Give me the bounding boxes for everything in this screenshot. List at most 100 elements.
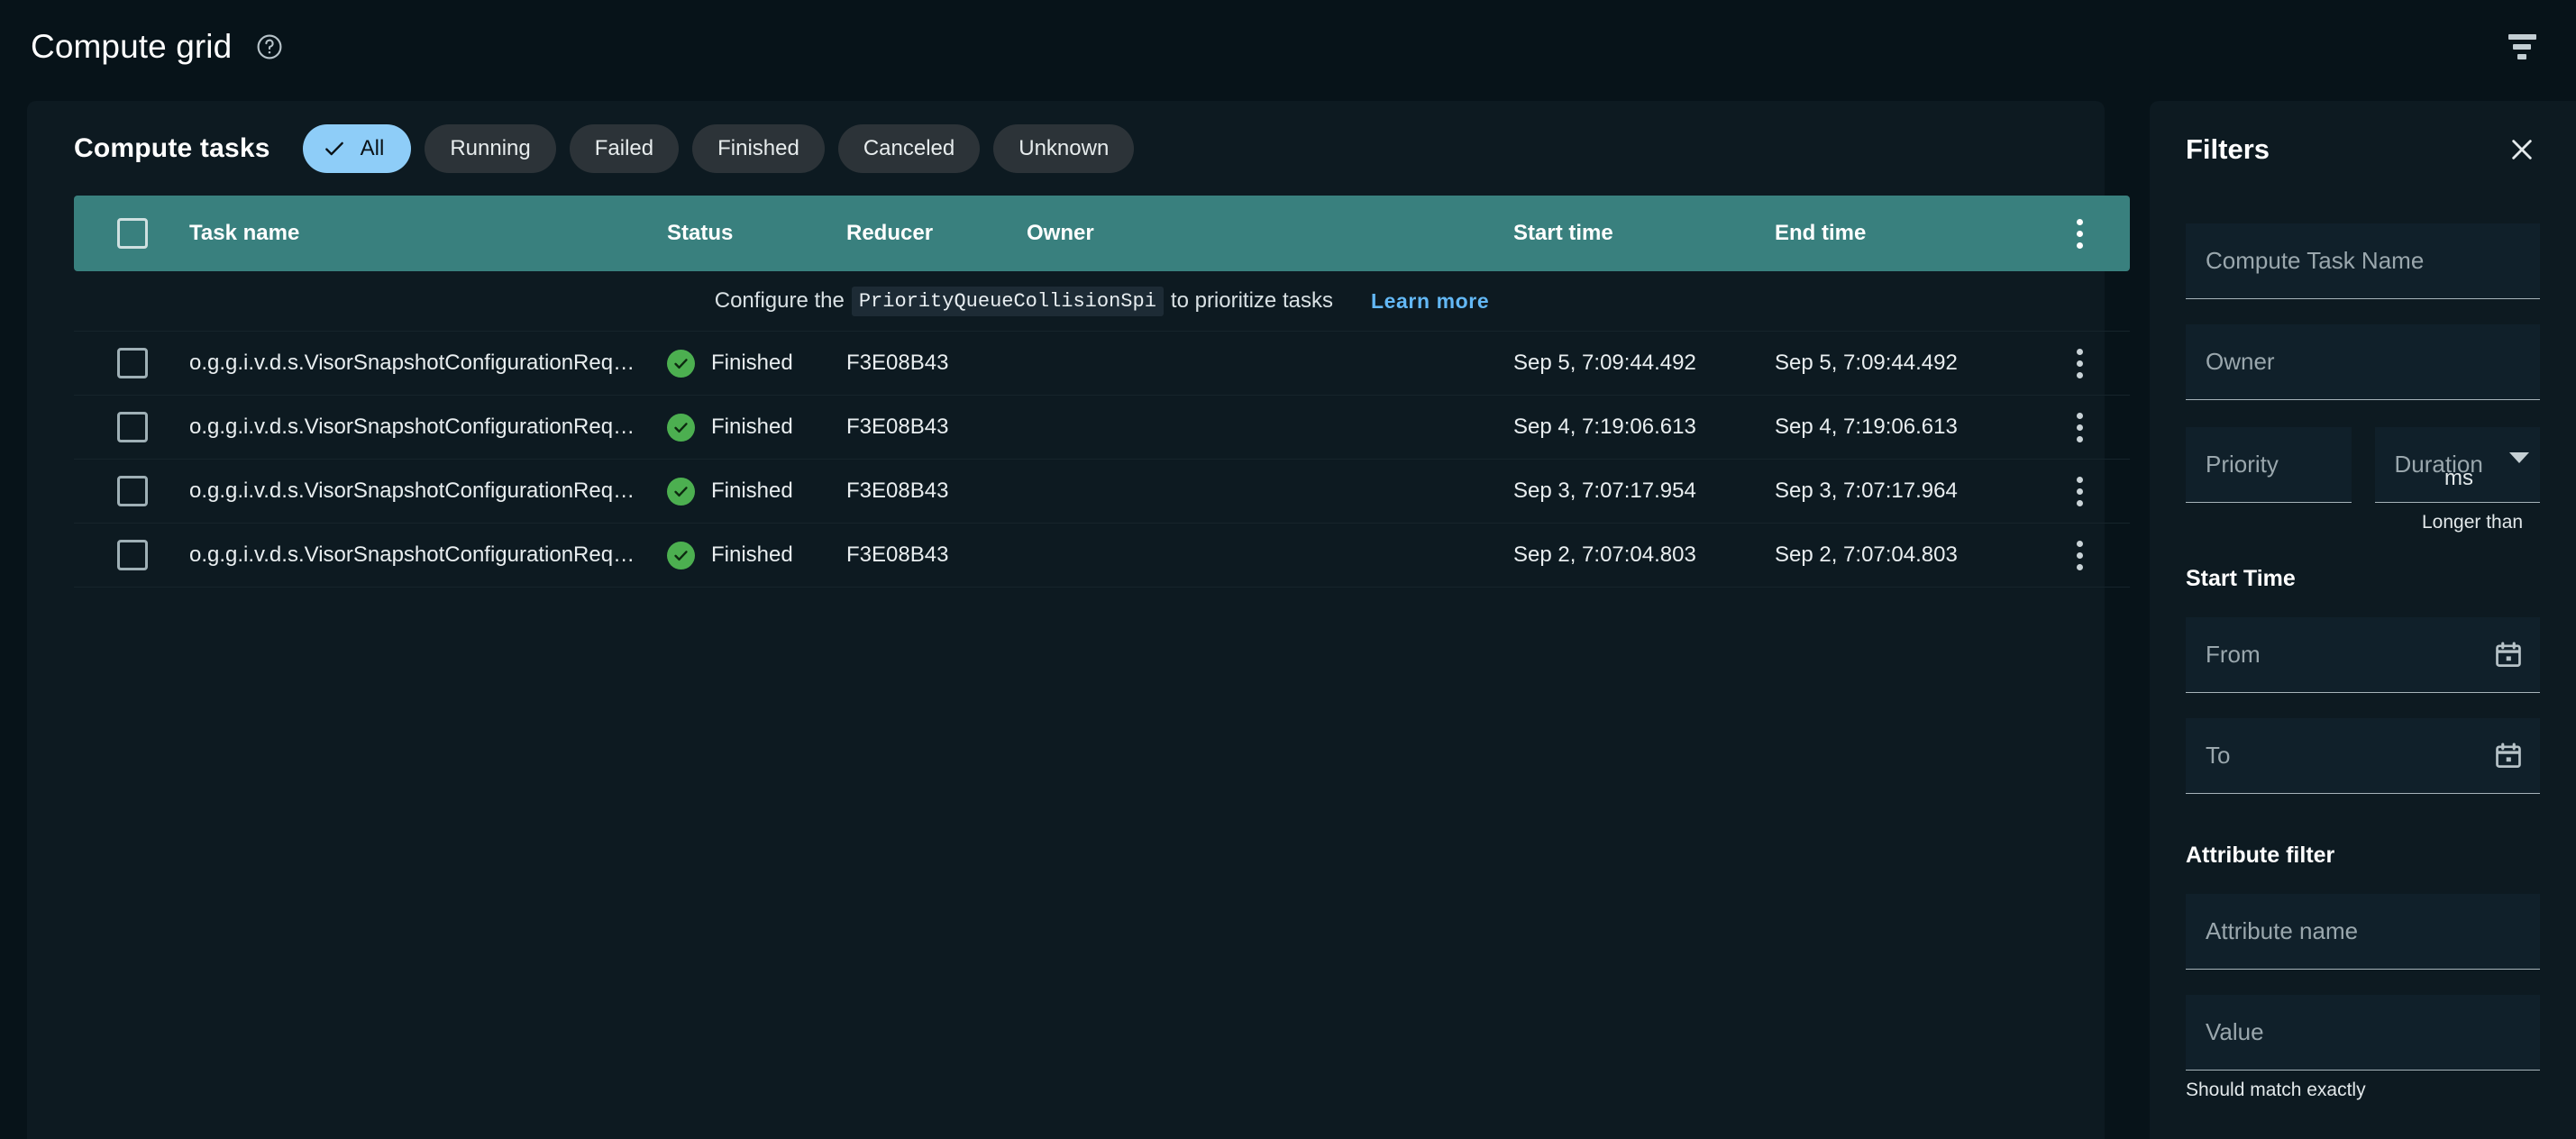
cell-end-time: Sep 4, 7:19:06.613: [1775, 415, 1958, 439]
cell-reducer: F3E08B43: [846, 478, 949, 503]
priority-placeholder: Priority: [2206, 451, 2279, 478]
status-label: Finished: [711, 351, 793, 375]
select-all-checkbox[interactable]: [117, 218, 148, 249]
cell-task-name: o.g.g.i.v.d.s.VisorSnapshotConfiguration…: [189, 351, 635, 375]
owner-field[interactable]: Owner: [2186, 324, 2540, 400]
compute-tasks-table: Task name Status Reducer Owner Start tim…: [74, 196, 2130, 588]
row-select-cell: [74, 540, 189, 570]
chip-canceled[interactable]: Canceled: [837, 123, 981, 173]
cell-end-time: Sep 5, 7:09:44.492: [1775, 351, 1958, 375]
compute-tasks-card: Compute tasks All Running Failed Finishe…: [27, 101, 2130, 1139]
status-label: Finished: [711, 478, 793, 503]
start-time-to-field[interactable]: To: [2186, 718, 2540, 794]
column-header-status[interactable]: Status: [667, 221, 846, 246]
cell-status: Finished: [667, 477, 846, 506]
row-options-kebab-icon[interactable]: [2060, 343, 2099, 383]
top-bar: Compute grid: [0, 0, 2576, 93]
compute-task-name-placeholder: Compute Task Name: [2206, 247, 2425, 274]
column-header-reducer[interactable]: Reducer: [846, 221, 1027, 246]
chip-all[interactable]: All: [302, 123, 412, 173]
cell-start-time: Sep 3, 7:07:17.954: [1513, 478, 1696, 503]
filters-panel: Filters Compute Task Name Owner Priority…: [2150, 101, 2576, 1139]
calendar-icon[interactable]: [2493, 741, 2524, 771]
priority-spi-notice: Configure the PriorityQueueCollisionSpi …: [74, 271, 2130, 332]
chevron-down-icon[interactable]: [2509, 452, 2529, 463]
to-placeholder: To: [2206, 742, 2231, 769]
row-options-kebab-icon[interactable]: [2060, 535, 2099, 575]
row-select-cell: [74, 348, 189, 378]
attribute-value-hint: Should match exactly: [2186, 1080, 2366, 1100]
attribute-filter-section-label: Attribute filter: [2186, 843, 2335, 868]
table-row[interactable]: o.g.g.i.v.d.s.VisorSnapshotConfiguration…: [74, 524, 2130, 588]
row-select-cell: [74, 412, 189, 442]
start-time-from-field[interactable]: From: [2186, 617, 2540, 693]
table-row[interactable]: o.g.g.i.v.d.s.VisorSnapshotConfiguration…: [74, 396, 2130, 460]
row-checkbox[interactable]: [117, 348, 148, 378]
cell-start-time: Sep 4, 7:19:06.613: [1513, 415, 1696, 439]
duration-hint: Longer than: [2422, 512, 2524, 533]
chip-canceled-label: Canceled: [863, 135, 955, 160]
compute-grid-page: Compute grid Compute tasks All Running F…: [0, 0, 2576, 1139]
notice-suffix: to prioritize tasks: [1170, 288, 1333, 313]
table-row[interactable]: o.g.g.i.v.d.s.VisorSnapshotConfiguration…: [74, 460, 2130, 524]
chip-unknown[interactable]: Unknown: [993, 123, 1135, 173]
attribute-value-placeholder: Value: [2206, 1018, 2264, 1045]
duration-field[interactable]: Duration ms: [2374, 427, 2540, 503]
column-header-start-time[interactable]: Start time: [1513, 221, 1775, 246]
chip-finished[interactable]: Finished: [692, 123, 825, 173]
check-icon: [323, 137, 346, 160]
row-menu-cell: [2036, 407, 2130, 447]
cell-status: Finished: [667, 541, 846, 570]
compute-task-name-field[interactable]: Compute Task Name: [2186, 223, 2540, 299]
notice-code: PriorityQueueCollisionSpi: [851, 286, 1164, 316]
status-filter-chips: All Running Failed Finished Canceled Unk…: [302, 123, 1135, 173]
row-options-kebab-icon[interactable]: [2060, 407, 2099, 447]
notice-prefix: Configure the: [714, 288, 845, 313]
column-header-owner[interactable]: Owner: [1027, 221, 1513, 246]
cell-task-name: o.g.g.i.v.d.s.VisorSnapshotConfiguration…: [189, 478, 635, 503]
row-checkbox[interactable]: [117, 412, 148, 442]
status-label: Finished: [711, 415, 793, 439]
close-icon[interactable]: [2504, 132, 2540, 168]
learn-more-link[interactable]: Learn more: [1371, 289, 1489, 314]
column-header-task-name[interactable]: Task name: [189, 221, 667, 246]
row-menu-cell: [2036, 535, 2130, 575]
attribute-name-placeholder: Attribute name: [2206, 917, 2359, 944]
attribute-value-field[interactable]: Value: [2186, 995, 2540, 1071]
start-time-section-label: Start Time: [2186, 566, 2296, 591]
table-row[interactable]: o.g.g.i.v.d.s.VisorSnapshotConfiguration…: [74, 332, 2130, 396]
calendar-icon[interactable]: [2493, 640, 2524, 670]
filters-title: Filters: [2186, 133, 2270, 165]
cell-start-time: Sep 5, 7:09:44.492: [1513, 351, 1696, 375]
cell-reducer: F3E08B43: [846, 542, 949, 567]
cell-start-time: Sep 2, 7:07:04.803: [1513, 542, 1696, 567]
cell-status: Finished: [667, 349, 846, 378]
cell-reducer: F3E08B43: [846, 415, 949, 439]
card-title: Compute tasks: [74, 132, 270, 163]
row-options-kebab-icon[interactable]: [2060, 471, 2099, 511]
row-checkbox[interactable]: [117, 476, 148, 506]
status-success-icon: [667, 477, 695, 506]
funnel-filter-icon[interactable]: [2502, 27, 2542, 67]
page-title: Compute grid: [31, 27, 233, 65]
row-menu-cell: [2036, 343, 2130, 383]
filters-header: Filters: [2186, 101, 2540, 198]
row-checkbox[interactable]: [117, 540, 148, 570]
chip-failed[interactable]: Failed: [569, 123, 680, 173]
from-placeholder: From: [2206, 641, 2261, 668]
status-success-icon: [667, 349, 695, 378]
priority-duration-row: Priority Duration ms: [2186, 400, 2540, 503]
chip-running-label: Running: [450, 135, 531, 160]
column-options-kebab-icon[interactable]: [2060, 214, 2099, 253]
chip-running[interactable]: Running: [425, 123, 556, 173]
attribute-name-field[interactable]: Attribute name: [2186, 894, 2540, 970]
row-select-cell: [74, 476, 189, 506]
owner-placeholder: Owner: [2206, 348, 2275, 375]
chip-unknown-label: Unknown: [1019, 135, 1110, 160]
priority-field[interactable]: Priority: [2186, 427, 2352, 503]
column-header-end-time[interactable]: End time: [1775, 221, 2036, 246]
status-success-icon: [667, 541, 695, 570]
help-circle-icon[interactable]: [255, 32, 284, 61]
cell-end-time: Sep 3, 7:07:17.964: [1775, 478, 1958, 503]
chip-failed-label: Failed: [594, 135, 654, 160]
